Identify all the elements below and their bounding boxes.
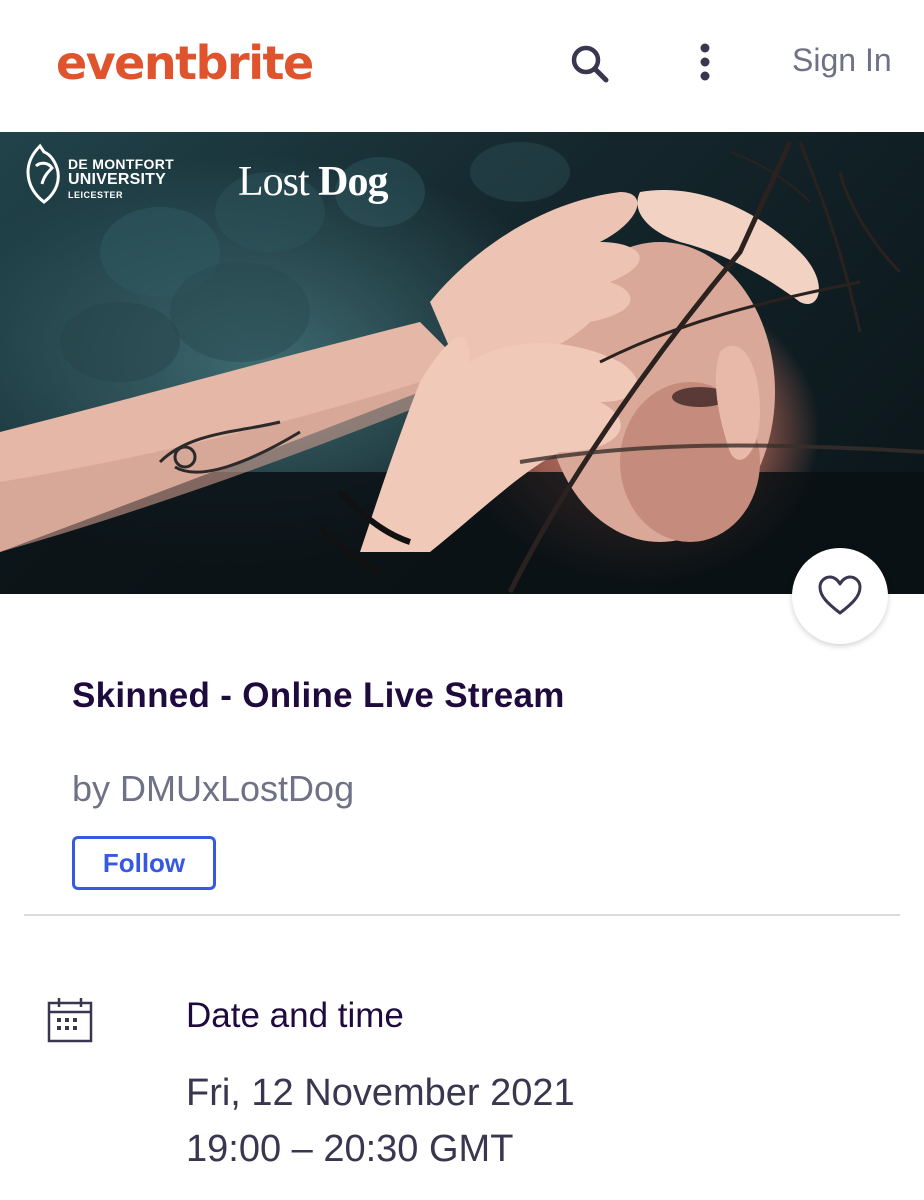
more-options-button[interactable] [690, 40, 720, 88]
dmu-logo-line1: DE MONTFORT [68, 156, 174, 172]
date-time-heading: Date and time [186, 996, 404, 1035]
lost-dog-logo-lost: Lost [238, 159, 319, 205]
dmu-logo: DE MONTFORT UNIVERSITY LEICESTER [22, 142, 197, 208]
dmu-logo-line3: LEICESTER [68, 190, 124, 200]
search-icon [571, 45, 609, 83]
heart-icon [818, 575, 862, 615]
event-date: Fri, 12 November 2021 [186, 1072, 575, 1114]
lost-dog-logo: Lost Dog [238, 158, 389, 206]
section-divider [24, 914, 900, 916]
like-button[interactable] [792, 548, 888, 644]
sign-in-link[interactable]: Sign In [792, 42, 892, 79]
event-page: eventbrite Sign In DE MONTFORT UNIVERSIT… [0, 0, 924, 1200]
calendar-icon [46, 996, 94, 1044]
event-time: 19:00 – 20:30 GMT [186, 1128, 514, 1170]
eventbrite-logo[interactable]: eventbrite [56, 36, 314, 90]
event-hero-image: DE MONTFORT UNIVERSITY LEICESTER Lost Do… [0, 132, 924, 594]
more-vertical-icon [700, 43, 710, 81]
follow-button[interactable]: Follow [72, 836, 216, 890]
top-header: eventbrite Sign In [0, 0, 924, 124]
dmu-lion-icon [26, 143, 60, 204]
event-title: Skinned - Online Live Stream [72, 676, 565, 715]
dmu-logo-line2: UNIVERSITY [68, 171, 167, 188]
search-button[interactable] [566, 40, 614, 88]
lost-dog-logo-dog: Dog [318, 159, 388, 205]
organizer-name[interactable]: by DMUxLostDog [72, 768, 354, 810]
